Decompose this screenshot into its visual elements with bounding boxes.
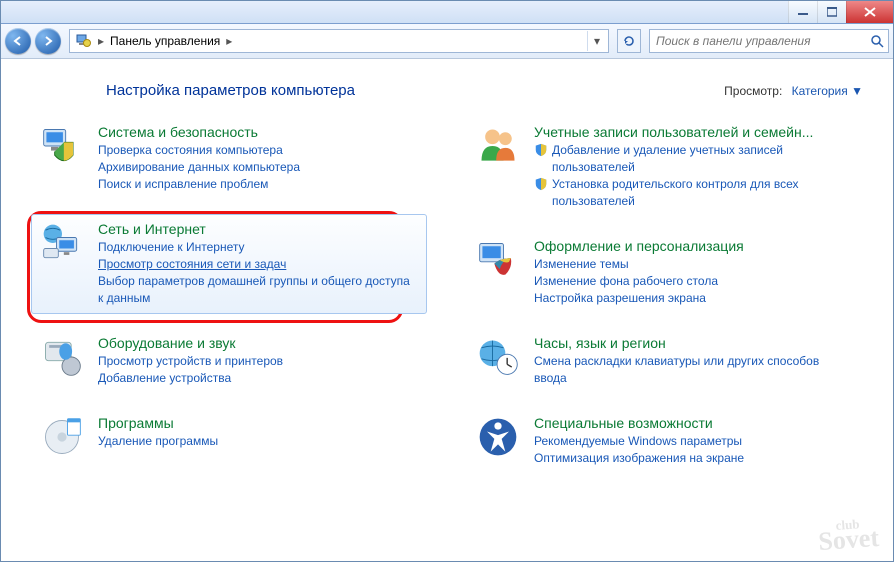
watermark: club Sovet <box>817 518 880 553</box>
category-link[interactable]: Смена раскладки клавиатуры или других сп… <box>534 353 854 387</box>
address-dropdown-icon[interactable]: ▾ <box>587 31 606 51</box>
shield-icon <box>534 143 548 157</box>
view-selector[interactable]: Просмотр: Категория ▼ <box>724 84 863 98</box>
search-icon[interactable] <box>870 34 884 48</box>
forward-button[interactable] <box>35 28 61 54</box>
category-link[interactable]: Оптимизация изображения на экране <box>534 450 854 467</box>
category-title[interactable]: Учетные записи пользователей и семейн... <box>534 124 854 140</box>
left-column: Система и безопасность Проверка состояни… <box>31 117 427 488</box>
category-link[interactable]: Архивирование данных компьютера <box>98 159 418 176</box>
page-title: Настройка параметров компьютера <box>106 82 355 99</box>
watermark-big: Sovet <box>818 523 881 556</box>
category-title[interactable]: Оформление и персонализация <box>534 238 854 254</box>
hardware-sound-icon <box>40 335 84 379</box>
back-button[interactable] <box>5 28 31 54</box>
network-internet-icon <box>40 221 84 265</box>
back-arrow-icon <box>12 35 24 47</box>
titlebar <box>1 1 893 24</box>
address-bar[interactable]: ▸ Панель управления ▸ ▾ <box>69 29 609 53</box>
search-input[interactable] <box>654 33 870 49</box>
appearance-icon <box>476 238 520 282</box>
category-title[interactable]: Программы <box>98 415 418 431</box>
category-title[interactable]: Специальные возможности <box>534 415 854 431</box>
category-link[interactable]: Добавление и удаление учетных записей по… <box>552 142 854 176</box>
category-link[interactable]: Подключение к Интернету <box>98 239 418 256</box>
chevron-down-icon: ▼ <box>851 84 863 98</box>
category-title[interactable]: Оборудование и звук <box>98 335 418 351</box>
ease-of-access-icon <box>476 415 520 459</box>
control-panel-icon <box>76 33 92 49</box>
category-link[interactable]: Выбор параметров домашней группы и общег… <box>98 273 418 307</box>
category-link[interactable]: Установка родительского контроля для все… <box>552 176 854 210</box>
breadcrumb-root[interactable]: Панель управления <box>106 34 224 48</box>
refresh-icon <box>622 34 636 48</box>
category-link[interactable]: Добавление устройства <box>98 370 418 387</box>
view-value: Категория <box>792 84 848 98</box>
category-clock-language-region[interactable]: Часы, язык и регион Смена раскладки клав… <box>467 328 863 394</box>
maximize-icon <box>827 7 837 17</box>
close-icon <box>864 7 876 17</box>
programs-icon <box>40 415 84 459</box>
forward-arrow-icon <box>42 35 54 47</box>
shield-icon <box>534 177 548 191</box>
system-security-icon <box>40 124 84 168</box>
category-link[interactable]: Настройка разрешения экрана <box>534 290 854 307</box>
close-button[interactable] <box>846 1 893 23</box>
category-link-network-status[interactable]: Просмотр состояния сети и задач <box>98 256 418 273</box>
category-hardware-sound[interactable]: Оборудование и звук Просмотр устройств и… <box>31 328 427 394</box>
navigation-bar: ▸ Панель управления ▸ ▾ <box>1 24 893 59</box>
breadcrumb-arrow-icon[interactable]: ▸ <box>224 34 234 48</box>
control-panel-window: ▸ Панель управления ▸ ▾ Настройка параме… <box>0 0 894 562</box>
category-title[interactable]: Сеть и Интернет <box>98 221 418 237</box>
breadcrumb-arrow-icon: ▸ <box>96 34 106 48</box>
category-link[interactable]: Просмотр устройств и принтеров <box>98 353 418 370</box>
category-title[interactable]: Система и безопасность <box>98 124 418 140</box>
category-link[interactable]: Рекомендуемые Windows параметры <box>534 433 854 450</box>
category-appearance[interactable]: Оформление и персонализация Изменение те… <box>467 231 863 314</box>
category-ease-of-access[interactable]: Специальные возможности Рекомендуемые Wi… <box>467 408 863 474</box>
category-system-security[interactable]: Система и безопасность Проверка состояни… <box>31 117 427 200</box>
category-link[interactable]: Проверка состояния компьютера <box>98 142 418 159</box>
category-link[interactable]: Поиск и исправление проблем <box>98 176 418 193</box>
minimize-button[interactable] <box>788 1 817 23</box>
clock-region-icon <box>476 335 520 379</box>
category-programs[interactable]: Программы Удаление программы <box>31 408 427 466</box>
category-link[interactable]: Удаление программы <box>98 433 418 450</box>
content-area: Настройка параметров компьютера Просмотр… <box>1 58 893 561</box>
category-user-accounts[interactable]: Учетные записи пользователей и семейн...… <box>467 117 863 217</box>
search-box[interactable] <box>649 29 889 53</box>
category-network-internet[interactable]: Сеть и Интернет Подключение к Интернету … <box>31 214 427 314</box>
refresh-button[interactable] <box>617 29 641 53</box>
minimize-icon <box>798 8 808 16</box>
category-link[interactable]: Изменение темы <box>534 256 854 273</box>
right-column: Учетные записи пользователей и семейн...… <box>467 117 863 488</box>
category-link[interactable]: Изменение фона рабочего стола <box>534 273 854 290</box>
user-accounts-icon <box>476 124 520 168</box>
maximize-button[interactable] <box>817 1 846 23</box>
view-label: Просмотр: <box>724 84 782 98</box>
category-title[interactable]: Часы, язык и регион <box>534 335 854 351</box>
